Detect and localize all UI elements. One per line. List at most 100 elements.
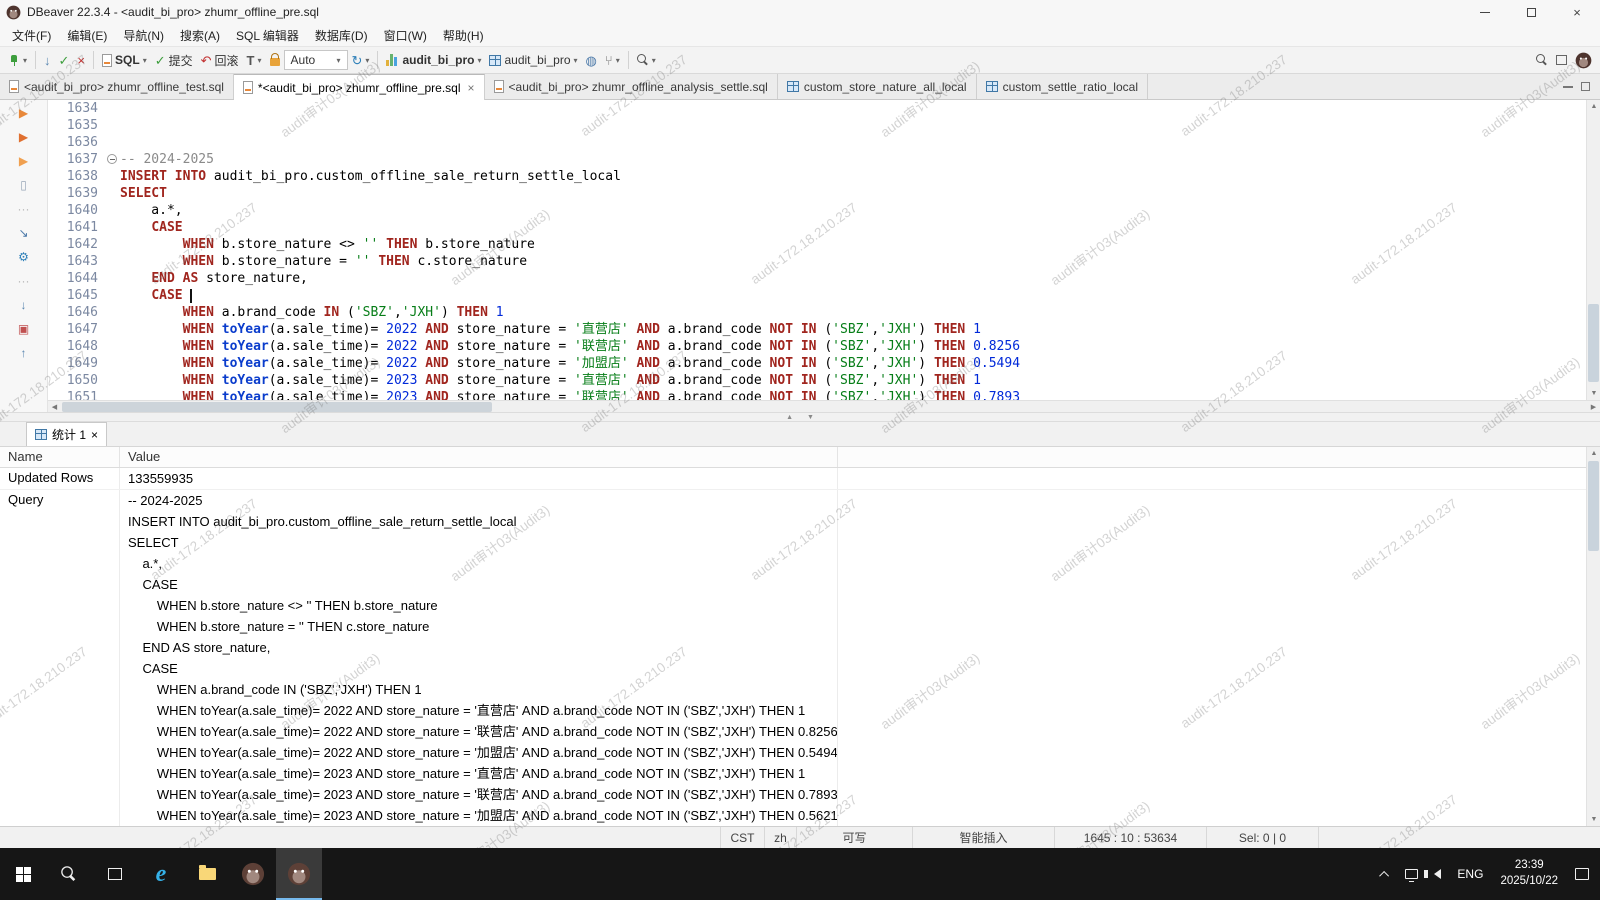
execute-script-icon[interactable]: ▶: [14, 128, 34, 146]
editor-tab[interactable]: <audit_bi_pro> zhumr_offline_analysis_se…: [485, 74, 778, 99]
language-indicator[interactable]: ENG: [1450, 848, 1490, 900]
row-value-cell[interactable]: -- 2024-2025INSERT INTO audit_bi_pro.cus…: [120, 490, 838, 826]
export-result-icon[interactable]: ↘: [14, 224, 34, 242]
editor-scroll-thumb[interactable]: [1588, 304, 1599, 382]
code-line[interactable]: 1646 WHEN a.brand_code IN ('SBZ','JXH') …: [48, 304, 1586, 321]
column-header-value[interactable]: Value: [120, 447, 838, 467]
code-line[interactable]: 1634: [48, 100, 1586, 117]
branch-button[interactable]: ⑂▾: [601, 52, 624, 69]
compare-button[interactable]: ◍: [582, 52, 601, 69]
dbeaver-home-button[interactable]: [1571, 50, 1596, 71]
code-lines[interactable]: 1634163516361637-- 2024-20251638INSERT I…: [48, 100, 1586, 400]
column-header-name[interactable]: Name: [0, 447, 120, 467]
writable-status[interactable]: 可写: [796, 827, 912, 848]
save-script-icon[interactable]: ↓: [14, 296, 34, 314]
notification-center-button[interactable]: [1568, 848, 1596, 900]
close-tab-icon[interactable]: ×: [91, 428, 98, 442]
code-line[interactable]: 1637-- 2024-2025: [48, 151, 1586, 168]
transaction-mode-select[interactable]: Auto▾: [284, 50, 348, 70]
menu-item[interactable]: 窗口(W): [376, 25, 435, 46]
language-status[interactable]: zh: [764, 827, 796, 848]
maximize-view-icon[interactable]: [1581, 82, 1590, 91]
sql-editor-button[interactable]: SQL▾: [98, 51, 151, 69]
code-line[interactable]: 1644 END AS store_nature,: [48, 270, 1586, 287]
menu-item[interactable]: 文件(F): [4, 25, 59, 46]
schema-selector[interactable]: audit_bi_pro▾: [485, 51, 581, 69]
close-button[interactable]: ×: [1554, 0, 1600, 24]
code-line[interactable]: 1635: [48, 117, 1586, 134]
code-line[interactable]: 1641 CASE: [48, 219, 1586, 236]
panel-scroll-thumb[interactable]: [1588, 461, 1599, 551]
new-connection-button[interactable]: ▾: [4, 52, 31, 68]
dots-handle-icon[interactable]: ···: [14, 200, 34, 218]
scroll-up-arrow[interactable]: ▲: [1587, 100, 1600, 113]
panel-splitter[interactable]: ▲ ▼: [0, 412, 1600, 422]
clipboard-icon[interactable]: ▯: [14, 176, 34, 194]
network-tray-button[interactable]: [1398, 848, 1425, 900]
splitter-up-icon[interactable]: ▲: [786, 414, 793, 421]
transaction-log-button[interactable]: T▾: [243, 52, 266, 69]
refresh-button[interactable]: ↻▾: [348, 52, 374, 69]
script-error-icon[interactable]: ▣: [14, 320, 34, 338]
editor-tab[interactable]: *<audit_bi_pro> zhumr_offline_pre.sql×: [234, 74, 485, 100]
dbeaver-taskbar-button-active[interactable]: [276, 848, 322, 900]
execute-statement-icon[interactable]: ▶: [14, 104, 34, 122]
explain-plan-icon[interactable]: ▶: [14, 152, 34, 170]
commit-button[interactable]: ✓提交: [151, 50, 197, 71]
scroll-down-arrow[interactable]: ▼: [1587, 387, 1600, 400]
code-line[interactable]: 1648 WHEN toYear(a.sale_time)= 2022 AND …: [48, 338, 1586, 355]
stop-button[interactable]: ×: [73, 52, 89, 69]
editor-tab[interactable]: custom_store_nature_all_local: [778, 74, 977, 99]
perspective-button[interactable]: [1552, 53, 1571, 67]
search-button[interactable]: ▾: [633, 52, 660, 68]
panel-vertical-scrollbar[interactable]: ▲ ▼: [1586, 447, 1600, 826]
code-line[interactable]: 1638INSERT INTO audit_bi_pro.custom_offl…: [48, 168, 1586, 185]
code-line[interactable]: 1649 WHEN toYear(a.sale_time)= 2022 AND …: [48, 355, 1586, 372]
sync-button[interactable]: ✓: [55, 52, 74, 69]
code-line[interactable]: 1640 a.*,: [48, 202, 1586, 219]
cursor-position-status[interactable]: 1645 : 10 : 53634: [1054, 827, 1206, 848]
editor-tab[interactable]: custom_settle_ratio_local: [977, 74, 1148, 99]
row-name-cell[interactable]: Query: [0, 490, 120, 826]
lock-button[interactable]: [266, 52, 284, 68]
editor-tab[interactable]: <audit_bi_pro> zhumr_offline_test.sql: [0, 74, 234, 99]
dots-handle-icon[interactable]: ···: [14, 272, 34, 290]
editor-hscroll-thumb[interactable]: [62, 402, 492, 412]
menu-item[interactable]: 搜索(A): [172, 25, 228, 46]
dbeaver-taskbar-button[interactable]: [230, 848, 276, 900]
menu-item[interactable]: SQL 编辑器: [228, 25, 307, 46]
minimize-button[interactable]: [1462, 0, 1508, 24]
start-button[interactable]: [0, 848, 46, 900]
tray-chevron-up-button[interactable]: [1375, 848, 1396, 900]
fetch-button[interactable]: ↓: [40, 52, 55, 69]
code-line[interactable]: 1639SELECT: [48, 185, 1586, 202]
table-row[interactable]: Updated Rows133559935: [0, 468, 1600, 490]
row-value-cell[interactable]: 133559935: [120, 468, 838, 489]
scroll-right-arrow[interactable]: ▶: [1587, 401, 1600, 412]
code-line[interactable]: 1647 WHEN toYear(a.sale_time)= 2022 AND …: [48, 321, 1586, 338]
code-line[interactable]: 1636: [48, 134, 1586, 151]
code-line[interactable]: 1643 WHEN b.store_nature = '' THEN c.sto…: [48, 253, 1586, 270]
code-line[interactable]: 1642 WHEN b.store_nature <> '' THEN b.st…: [48, 236, 1586, 253]
timezone-indicator[interactable]: CST: [720, 827, 764, 848]
menu-item[interactable]: 数据库(D): [307, 25, 376, 46]
scroll-down-arrow[interactable]: ▼: [1587, 813, 1600, 826]
taskbar-clock[interactable]: 23:39 2025/10/22: [1492, 858, 1566, 889]
close-tab-icon[interactable]: ×: [468, 81, 475, 95]
volume-tray-button[interactable]: [1427, 848, 1448, 900]
taskbar-search-button[interactable]: [46, 848, 92, 900]
fold-collapse-icon[interactable]: [107, 154, 117, 164]
table-row[interactable]: Query-- 2024-2025INSERT INTO audit_bi_pr…: [0, 490, 1600, 826]
minimize-view-icon[interactable]: [1563, 86, 1573, 88]
menu-item[interactable]: 帮助(H): [435, 25, 492, 46]
selection-status[interactable]: Sel: 0 | 0: [1206, 827, 1318, 848]
code-line[interactable]: 1650 WHEN toYear(a.sale_time)= 2023 AND …: [48, 372, 1586, 389]
sql-editor[interactable]: 1634163516361637-- 2024-20251638INSERT I…: [48, 100, 1600, 412]
splitter-down-icon[interactable]: ▼: [807, 414, 814, 421]
insert-mode-status[interactable]: 智能插入: [912, 827, 1054, 848]
statistics-tab[interactable]: 统计 1 ×: [26, 422, 107, 446]
editor-vertical-scrollbar[interactable]: ▲ ▼: [1586, 100, 1600, 400]
scroll-up-arrow[interactable]: ▲: [1587, 447, 1600, 460]
code-line[interactable]: 1651 WHEN toYear(a.sale_time)= 2023 AND …: [48, 389, 1586, 400]
quick-search-button[interactable]: [1532, 52, 1552, 68]
